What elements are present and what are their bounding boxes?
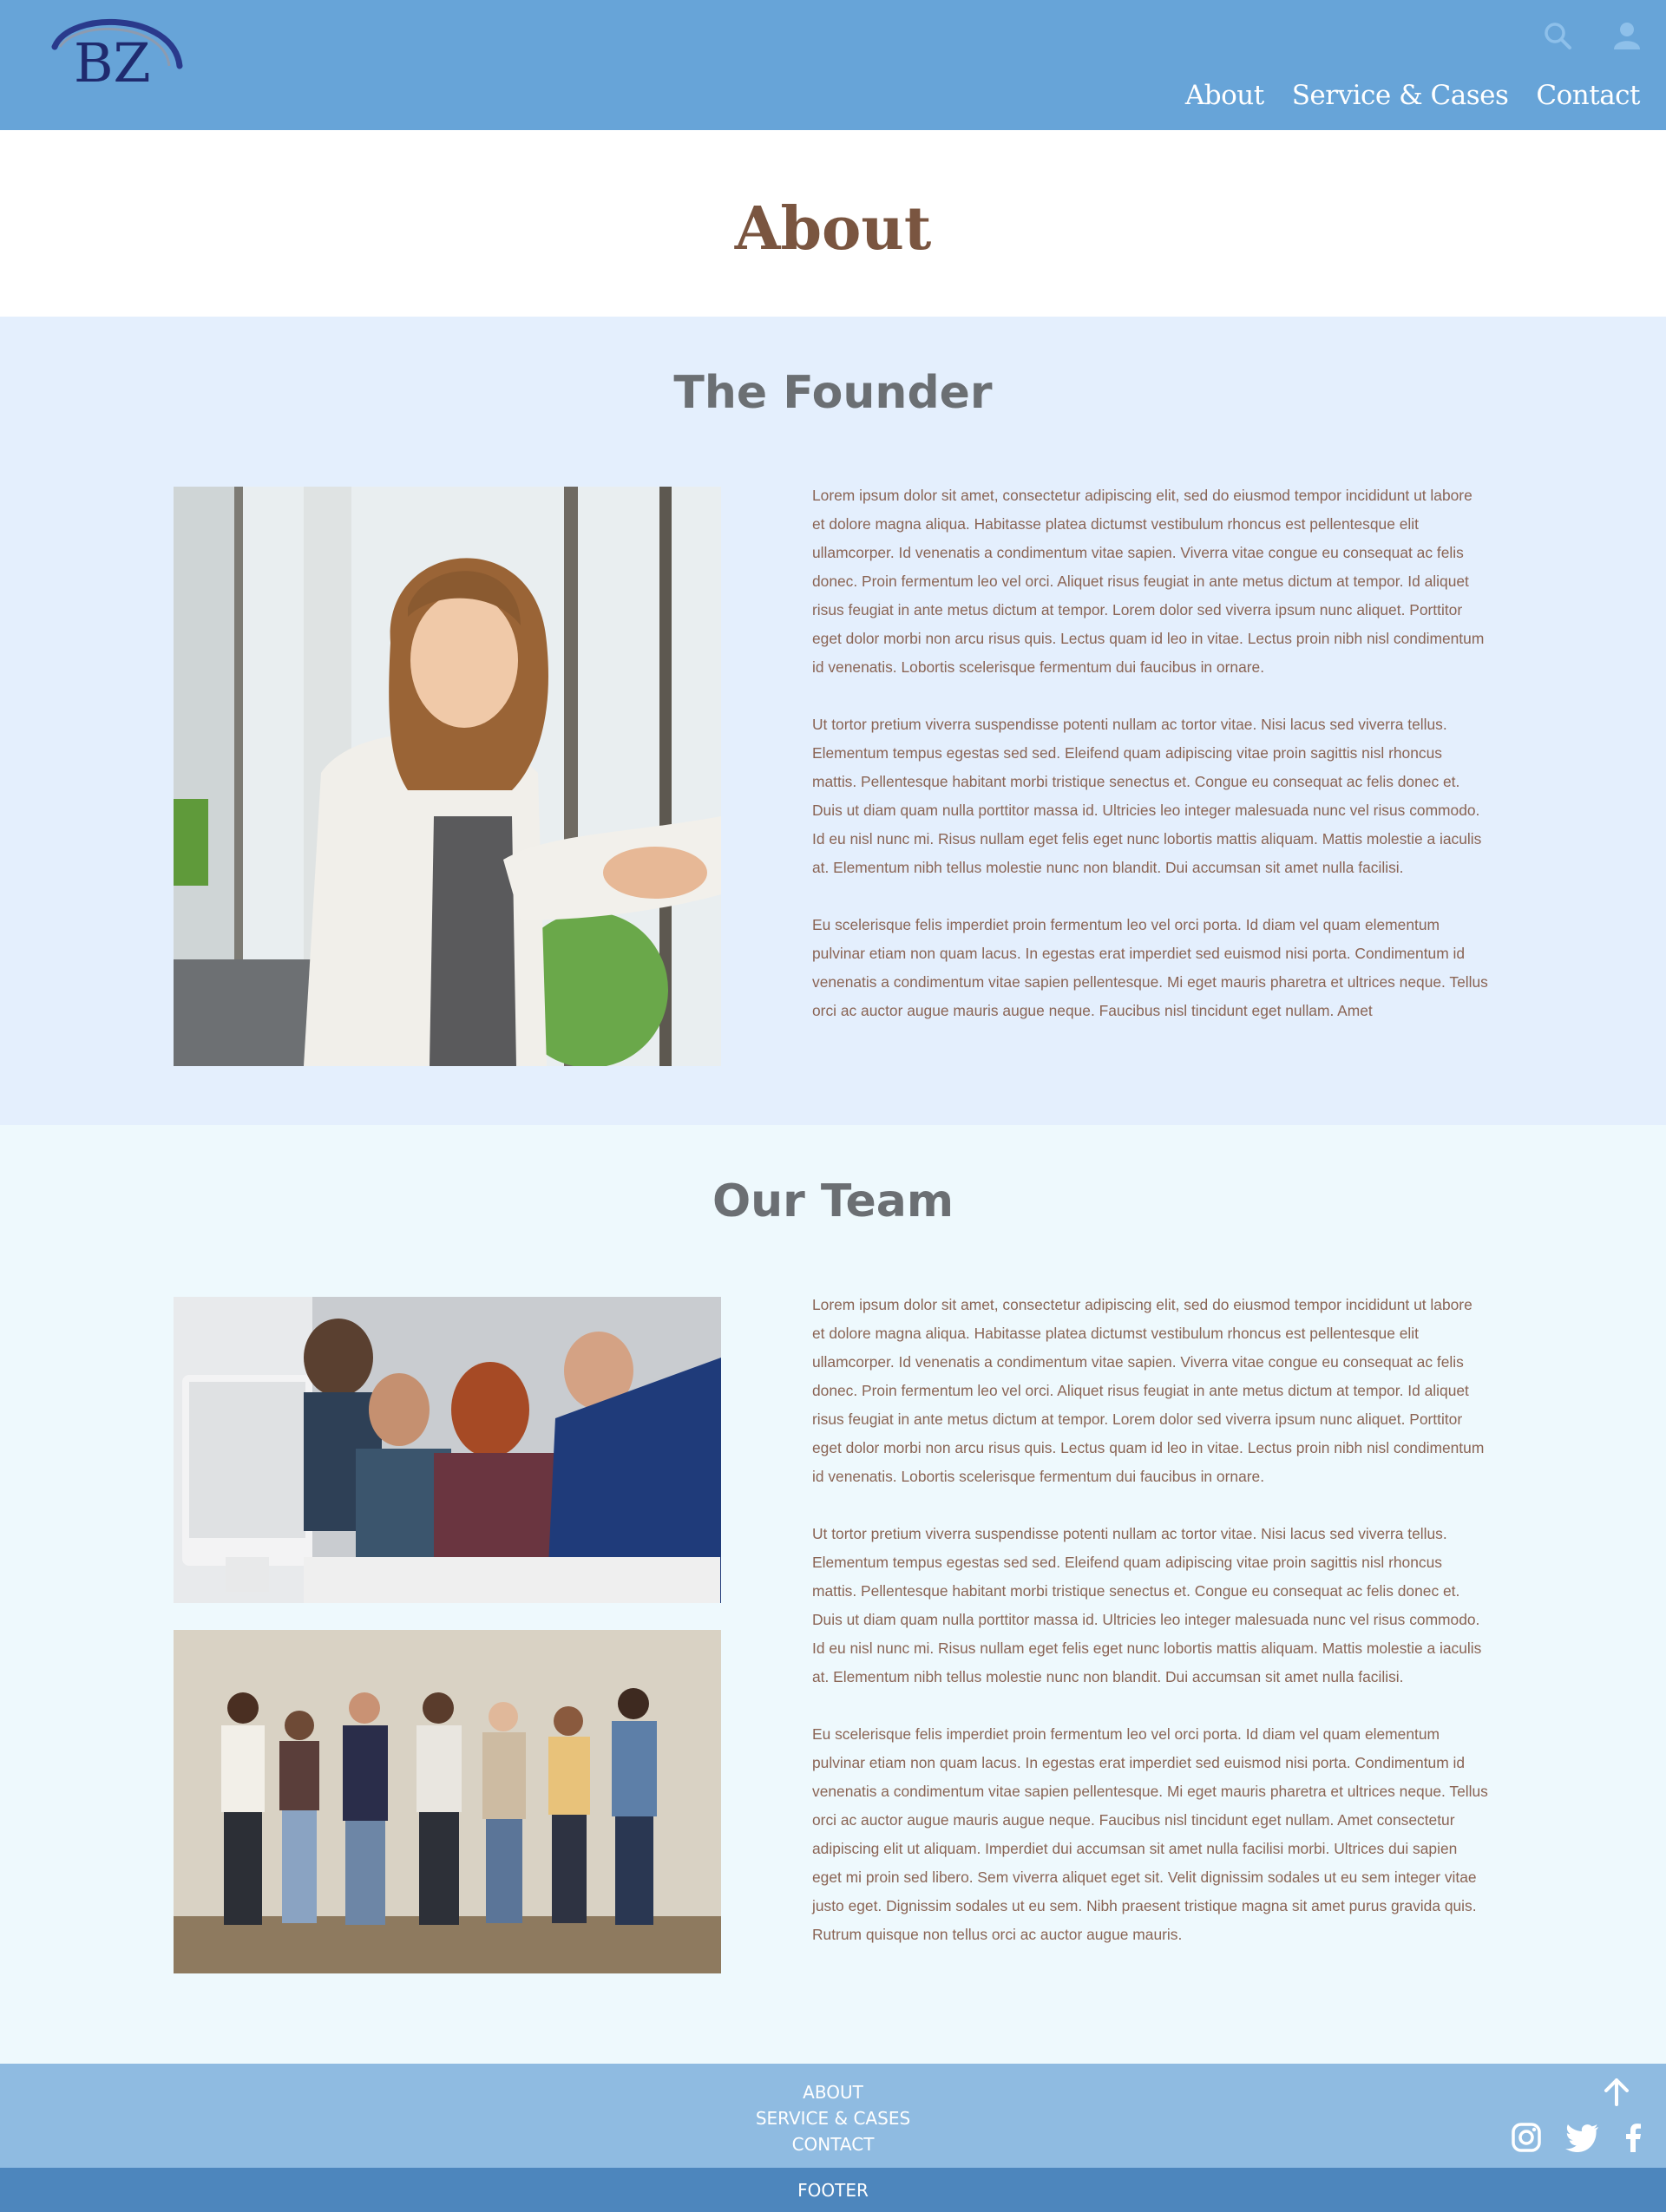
team-section: Our Team Lorem ipsum dolor sit amet, con… bbox=[0, 1125, 1666, 2064]
bottom-bar: FOOTER bbox=[0, 2168, 1666, 2212]
founder-paragraph-1: Lorem ipsum dolor sit amet, consectetur … bbox=[812, 487, 1485, 676]
footer-links: ABOUT SERVICE & CASES CONTACT bbox=[0, 2079, 1666, 2157]
founder-text: Lorem ipsum dolor sit amet, consectetur … bbox=[812, 481, 1489, 1054]
team-photo-office bbox=[174, 1297, 721, 1603]
site-header: BZ About Service & Cases Contact bbox=[0, 0, 1666, 130]
brand-logo[interactable]: BZ bbox=[48, 12, 187, 116]
team-photo-group bbox=[174, 1630, 721, 1973]
footer-link-contact[interactable]: CONTACT bbox=[0, 2131, 1666, 2157]
nav-about[interactable]: About bbox=[1185, 80, 1264, 111]
nav-service-cases[interactable]: Service & Cases bbox=[1292, 80, 1509, 111]
team-paragraph-3: Eu scelerisque felis imperdiet proin fer… bbox=[812, 1725, 1488, 1943]
bz-logo-graphic: BZ bbox=[51, 18, 183, 95]
page-title: About bbox=[734, 194, 932, 264]
logo-b: BZ bbox=[74, 31, 151, 95]
founder-paragraph-3: Eu scelerisque felis imperdiet proin fer… bbox=[812, 916, 1488, 1019]
footer-label: FOOTER bbox=[797, 2180, 869, 2201]
search-icon[interactable] bbox=[1543, 21, 1572, 50]
header-icons bbox=[1543, 21, 1642, 50]
twitter-icon[interactable] bbox=[1565, 2123, 1600, 2156]
page-title-section: About bbox=[0, 130, 1666, 317]
team-title: Our Team bbox=[712, 1175, 954, 1227]
instagram-icon[interactable] bbox=[1512, 2123, 1541, 2156]
arrow-up-icon[interactable] bbox=[1602, 2077, 1631, 2111]
team-text: Lorem ipsum dolor sit amet, consectetur … bbox=[812, 1291, 1489, 1978]
social-links bbox=[1512, 2123, 1642, 2156]
user-icon[interactable] bbox=[1612, 21, 1642, 50]
site-footer: ABOUT SERVICE & CASES CONTACT bbox=[0, 2064, 1666, 2168]
founder-section: The Founder Lorem ipsum dolor sit amet, … bbox=[0, 317, 1666, 1125]
nav-contact[interactable]: Contact bbox=[1536, 80, 1640, 111]
founder-title: The Founder bbox=[673, 367, 993, 419]
facebook-icon[interactable] bbox=[1624, 2123, 1642, 2156]
founder-photo bbox=[174, 487, 721, 1066]
founder-paragraph-2: Ut tortor pretium viverra suspendisse po… bbox=[812, 716, 1482, 876]
main-nav: About Service & Cases Contact bbox=[1185, 80, 1641, 111]
team-paragraph-1: Lorem ipsum dolor sit amet, consectetur … bbox=[812, 1296, 1485, 1485]
footer-link-service-cases[interactable]: SERVICE & CASES bbox=[0, 2105, 1666, 2131]
team-paragraph-2: Ut tortor pretium viverra suspendisse po… bbox=[812, 1525, 1482, 1685]
footer-link-about[interactable]: ABOUT bbox=[0, 2079, 1666, 2105]
